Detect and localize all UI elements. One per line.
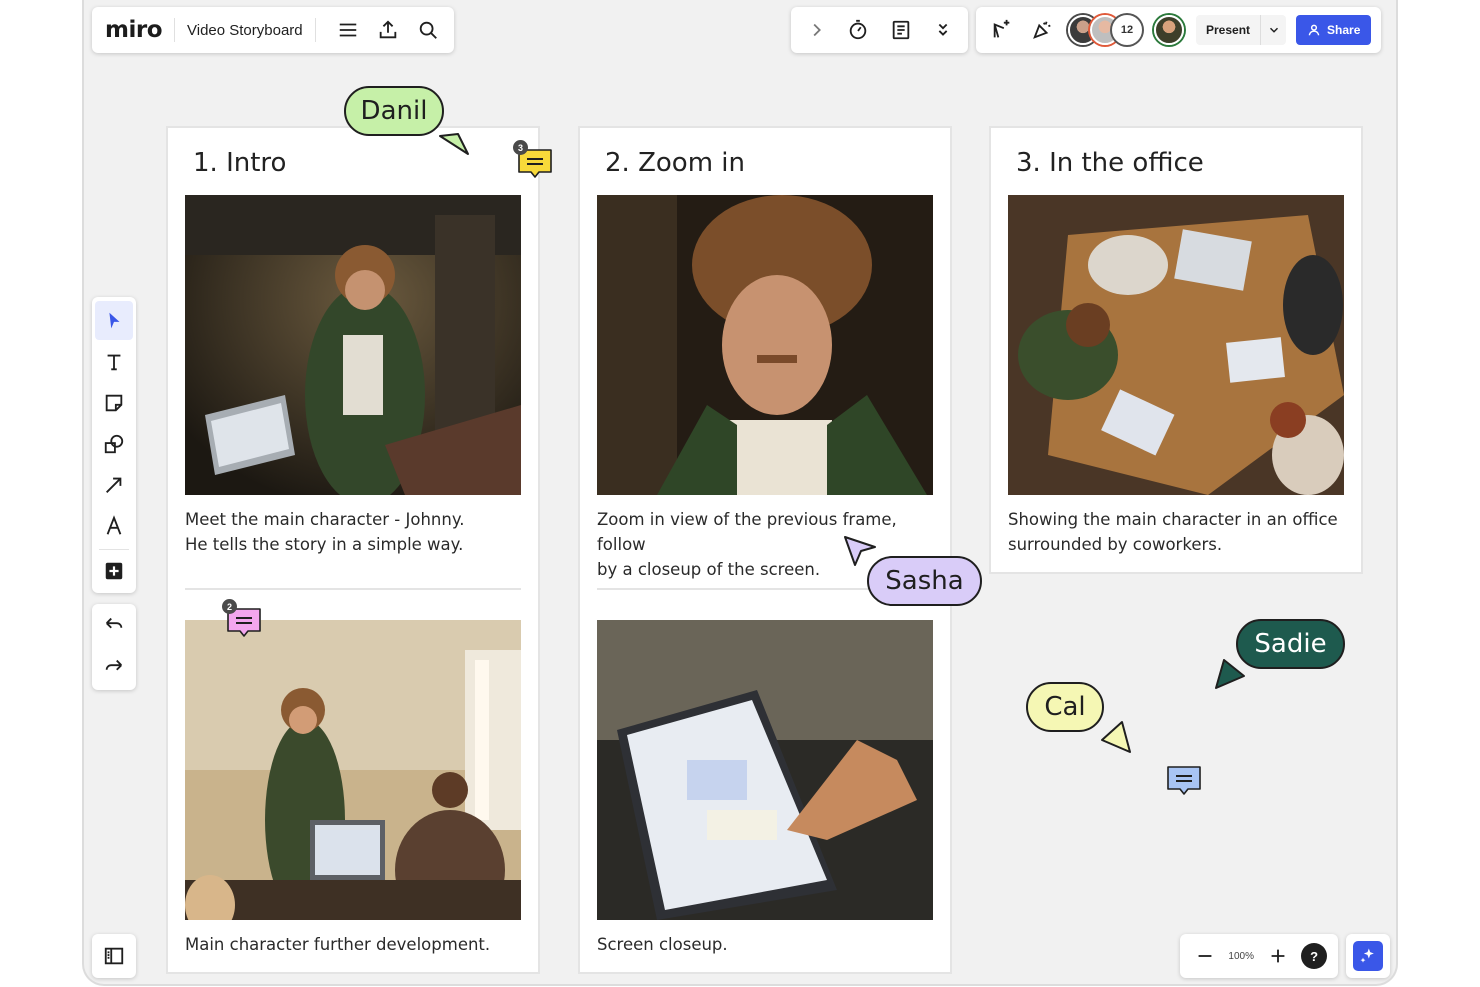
comment-count-badge: 2 <box>222 599 237 614</box>
comment-icon[interactable] <box>1166 765 1202 797</box>
frame-title: 3. In the office <box>1016 148 1204 178</box>
storyboard-frame-zoom-in[interactable]: 2. Zoom in Zoom in view of the previous … <box>578 126 952 974</box>
present-label: Present <box>1206 23 1251 37</box>
frame-title: 2. Zoom in <box>605 148 745 178</box>
history-toolbar <box>92 604 136 690</box>
menu-icon[interactable] <box>328 10 368 50</box>
ai-assistant-panel <box>1346 934 1390 978</box>
celebrate-icon[interactable] <box>1022 10 1062 50</box>
undo-icon[interactable] <box>95 605 133 645</box>
share-toolbar: 12 Present Share <box>976 7 1381 53</box>
ai-sparkle-icon[interactable] <box>1353 941 1383 971</box>
storyboard-frame-intro[interactable]: 1. Intro Meet the main character - Johnn… <box>166 126 540 974</box>
board-canvas[interactable]: miro Video Storyboard 12 Present Share 1… <box>82 0 1398 986</box>
sticky-note-icon[interactable] <box>95 383 133 422</box>
caption-line: Meet the main character - Johnny. <box>185 510 465 529</box>
reactions-icon[interactable] <box>982 10 1022 50</box>
frame-title: 1. Intro <box>193 148 287 178</box>
chevron-right-icon[interactable] <box>796 10 836 50</box>
caption-line: He tells the story in a simple way. <box>185 535 464 554</box>
scene-caption: Meet the main character - Johnny. He tel… <box>185 507 535 557</box>
collaborator-count[interactable]: 12 <box>1112 15 1142 45</box>
zoom-out-icon[interactable] <box>1191 936 1219 976</box>
double-chevron-down-icon[interactable] <box>923 10 963 50</box>
notes-icon[interactable] <box>881 10 921 50</box>
cursor-label-cal: Cal <box>1026 682 1104 732</box>
comment-icon[interactable]: 2 <box>222 599 262 639</box>
cursor-arrow-icon <box>1215 659 1245 689</box>
text-icon[interactable] <box>95 342 133 381</box>
comment-count-badge: 3 <box>513 140 528 155</box>
miro-logo[interactable]: miro <box>105 17 163 43</box>
scene-caption: Screen closeup. <box>597 932 947 957</box>
share-button[interactable]: Share <box>1296 15 1372 45</box>
scene-image[interactable] <box>597 620 933 920</box>
scene-caption: Showing the main character in an office … <box>1008 507 1358 557</box>
scene-image[interactable] <box>185 620 521 920</box>
current-user-avatar[interactable] <box>1154 15 1184 45</box>
caption-line: Zoom in view of the previous frame, foll… <box>597 510 897 554</box>
arrow-icon[interactable] <box>95 465 133 504</box>
add-more-icon[interactable] <box>95 552 133 591</box>
cursor-label-danil: Danil <box>344 86 444 136</box>
search-icon[interactable] <box>408 10 448 50</box>
board-header: miro Video Storyboard <box>92 7 454 53</box>
export-icon[interactable] <box>368 10 408 50</box>
share-label: Share <box>1327 23 1361 37</box>
cursor-arrow-icon <box>844 536 876 566</box>
cursor-arrow-icon <box>439 133 469 155</box>
scene-image[interactable] <box>597 195 933 495</box>
sidebar-panel-icon <box>104 947 124 965</box>
user-icon <box>1308 24 1320 36</box>
caption-line: surrounded by coworkers. <box>1008 535 1223 554</box>
zoom-controls: 100% ? <box>1180 934 1338 978</box>
cursor-label-sadie: Sadie <box>1236 619 1345 669</box>
zoom-level[interactable]: 100% <box>1228 951 1254 962</box>
storyboard-frame-office[interactable]: 3. In the office Showing the main charac… <box>989 126 1363 574</box>
collaboration-toolbar <box>791 7 968 53</box>
timer-icon[interactable] <box>838 10 878 50</box>
scene-image[interactable] <box>185 195 521 495</box>
scene-divider <box>185 588 521 590</box>
frames-panel-toggle[interactable] <box>92 934 136 978</box>
caption-line: Screen closeup. <box>597 935 728 954</box>
caption-line: Main character further development. <box>185 935 491 954</box>
cursor-label-sasha: Sasha <box>867 556 982 606</box>
header-divider <box>174 18 175 42</box>
toolbar-divider <box>99 549 129 550</box>
collaborator-avatars[interactable]: 12 <box>1068 15 1142 45</box>
scene-image[interactable] <box>1008 195 1344 495</box>
select-icon[interactable] <box>95 301 133 340</box>
pen-icon[interactable] <box>95 506 133 545</box>
cursor-arrow-icon <box>1101 721 1131 753</box>
redo-icon[interactable] <box>95 647 133 687</box>
board-title[interactable]: Video Storyboard <box>187 22 303 39</box>
present-button[interactable]: Present <box>1196 15 1287 45</box>
help-button[interactable]: ? <box>1301 943 1328 969</box>
creation-toolbar <box>92 297 136 593</box>
chevron-down-icon[interactable] <box>1260 15 1286 45</box>
caption-line: Showing the main character in an office <box>1008 510 1338 529</box>
zoom-in-icon[interactable] <box>1264 936 1292 976</box>
scene-caption: Main character further development. <box>185 932 535 957</box>
header-divider <box>314 18 316 42</box>
shapes-icon[interactable] <box>95 424 133 463</box>
comment-icon[interactable]: 3 <box>513 140 553 180</box>
